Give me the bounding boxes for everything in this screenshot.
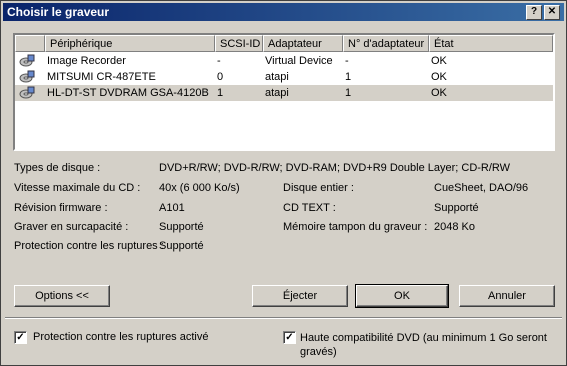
eject-button[interactable]: Éjecter (252, 285, 348, 307)
dialog-title: Choisir le graveur (7, 5, 110, 19)
underrun-value: Supporté (159, 240, 204, 252)
title-bar: Choisir le graveur ? ✕ (3, 3, 564, 21)
state: OK (431, 87, 447, 99)
options-button[interactable]: Options << (14, 285, 110, 307)
state: OK (431, 55, 447, 67)
overburn-label: Graver en surcapacité : (14, 221, 129, 233)
disc-whole-value: CueSheet, DAO/96 (434, 182, 529, 194)
list-item[interactable]: MITSUMI CR-487ETE 0 atapi 1 OK (15, 69, 553, 85)
underrun-protection-checkbox[interactable]: ✓ (14, 331, 27, 344)
close-button[interactable]: ✕ (544, 5, 560, 20)
header-adapter-number[interactable]: N° d'adaptateur (343, 35, 429, 52)
header-scsi-id[interactable]: SCSI-ID (215, 35, 263, 52)
cd-text-label: CD TEXT : (283, 202, 336, 214)
cd-text-value: Supporté (434, 202, 479, 214)
underrun-protection-label[interactable]: Protection contre les ruptures activé (33, 331, 208, 343)
header-icon-column (15, 35, 45, 52)
scsi-id: 0 (217, 71, 224, 83)
ok-button[interactable]: OK (355, 284, 449, 308)
dvd-compat-label[interactable]: Haute compatibilité DVD (au minimum 1 Go… (300, 331, 562, 359)
list-item[interactable]: Image Recorder - Virtual Device - OK (15, 53, 553, 69)
recorder-list[interactable]: Périphérique SCSI-ID Adaptateur N° d'ada… (13, 33, 555, 151)
device-name: MITSUMI CR-487ETE (47, 71, 156, 83)
buffer-label: Mémoire tampon du graveur : (283, 221, 428, 233)
adapter-number: 1 (345, 87, 352, 99)
choose-recorder-dialog: Choisir le graveur ? ✕ Périphérique SCSI… (0, 0, 567, 366)
adapter: atapi (265, 71, 289, 83)
device-name: HL-DT-ST DVDRAM GSA-4120B (47, 87, 209, 99)
max-speed-label: Vitesse maximale du CD : (14, 182, 141, 194)
recorder-icon (19, 54, 35, 67)
state: OK (431, 71, 447, 83)
header-device[interactable]: Périphérique (45, 35, 215, 52)
header-adapter[interactable]: Adaptateur (263, 35, 343, 52)
adapter: Virtual Device (265, 55, 333, 67)
recorder-icon (19, 86, 35, 99)
adapter-number: 1 (345, 71, 352, 83)
scsi-id: 1 (217, 87, 224, 99)
adapter: atapi (265, 87, 289, 99)
cancel-button[interactable]: Annuler (459, 285, 555, 307)
overburn-value: Supporté (159, 221, 204, 233)
disc-whole-label: Disque entier : (283, 182, 354, 194)
dvd-compat-checkbox[interactable]: ✓ (283, 331, 296, 344)
scsi-id: - (217, 55, 221, 67)
list-item-selected[interactable]: HL-DT-ST DVDRAM GSA-4120B 1 atapi 1 OK (15, 85, 553, 101)
firmware-label: Révision firmware : (14, 202, 108, 214)
help-button[interactable]: ? (526, 5, 542, 20)
header-state[interactable]: État (429, 35, 553, 52)
max-speed-value: 40x (6 000 Ko/s) (159, 182, 240, 194)
firmware-value: A101 (159, 202, 185, 214)
underrun-label: Protection contre les ruptures : (14, 240, 164, 252)
buffer-value: 2048 Ko (434, 221, 475, 233)
adapter-number: - (345, 55, 349, 67)
disc-types-label: Types de disque : (14, 162, 101, 174)
recorder-icon (19, 70, 35, 83)
disc-types-value: DVD+R/RW; DVD-R/RW; DVD-RAM; DVD+R9 Doub… (159, 162, 511, 174)
separator (5, 317, 562, 319)
device-name: Image Recorder (47, 55, 126, 67)
